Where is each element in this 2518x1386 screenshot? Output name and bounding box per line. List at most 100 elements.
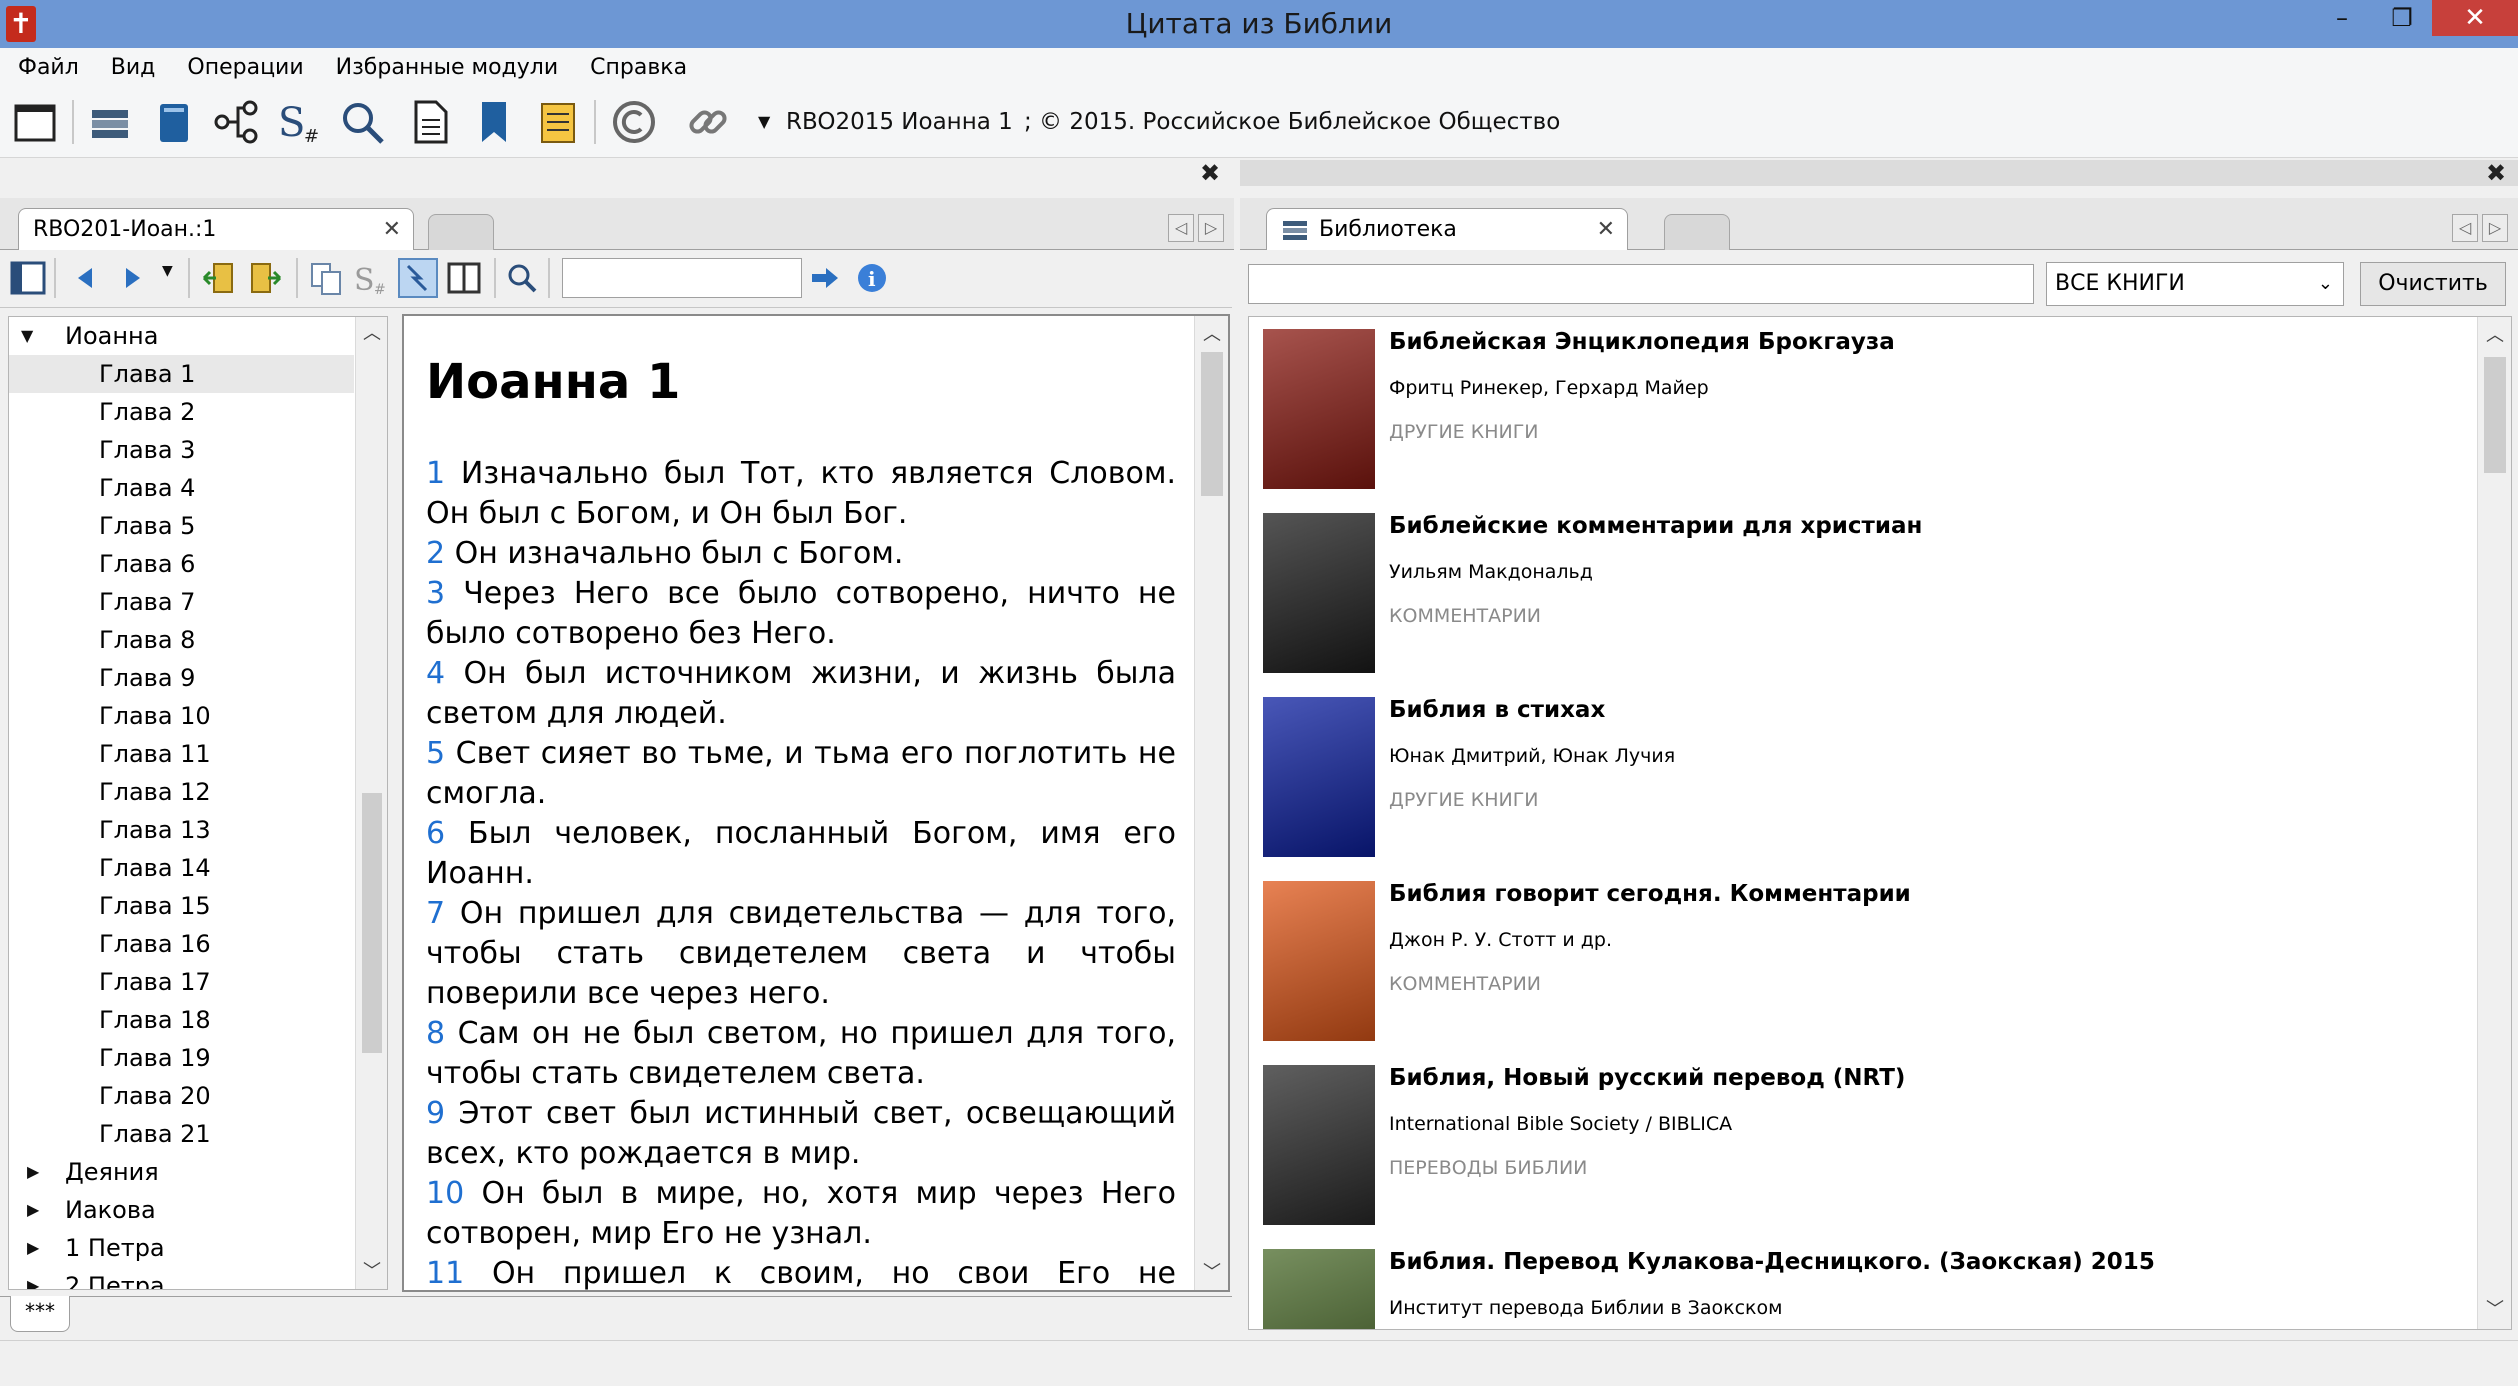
tree-book-john[interactable]: ▼ Иоанна <box>9 317 354 355</box>
tab-scroll-left-icon[interactable]: ◁ <box>2452 214 2478 242</box>
verse-number[interactable]: 6 <box>426 816 445 851</box>
tree-chapter-item[interactable]: Глава 18 <box>9 1001 354 1039</box>
scroll-down-icon[interactable]: ﹀ <box>1195 1258 1228 1284</box>
book-category-select[interactable]: ВСЕ КНИГИ ⌄ <box>2046 262 2344 306</box>
go-arrow-icon[interactable] <box>810 264 840 292</box>
bookmark-icon[interactable] <box>470 98 518 146</box>
tab-scroll-right-icon[interactable]: ▷ <box>2482 214 2508 242</box>
tree-chapter-item[interactable]: Глава 16 <box>9 925 354 963</box>
verse[interactable]: 10 Он был в мире, но, хотя мир через Нег… <box>426 1174 1176 1254</box>
bookshelf-icon[interactable] <box>86 98 134 146</box>
tab-scroll-left-icon[interactable]: ◁ <box>1168 214 1194 242</box>
tree-chapter-item[interactable]: Глава 12 <box>9 773 354 811</box>
new-window-icon[interactable] <box>12 98 60 146</box>
library-scrollbar[interactable]: ︿ ﹀ <box>2477 317 2511 1329</box>
verse[interactable]: 4 Он был источником жизни, и жизнь была … <box>426 654 1176 734</box>
strong-numbers-icon[interactable]: S# <box>276 98 324 146</box>
tree-chapter-item[interactable]: Глава 2 <box>9 393 354 431</box>
close-window-button[interactable]: ✕ <box>2432 0 2518 36</box>
close-tab-icon[interactable]: ✕ <box>383 217 401 242</box>
verse-number[interactable]: 11 <box>426 1256 464 1290</box>
verse-number[interactable]: 9 <box>426 1096 445 1131</box>
collapsed-triangle-icon[interactable]: ▶ <box>27 1267 39 1289</box>
copyright-icon[interactable] <box>610 98 658 146</box>
scroll-down-icon[interactable]: ﹀ <box>2478 1295 2511 1321</box>
tree-chapter-item[interactable]: Глава 15 <box>9 887 354 925</box>
tree-chapter-item[interactable]: Глава 14 <box>9 849 354 887</box>
find-in-text-icon[interactable] <box>506 262 538 294</box>
clear-button[interactable]: Очистить <box>2360 262 2506 306</box>
new-tab-button[interactable] <box>1664 214 1730 250</box>
verse-number[interactable]: 4 <box>426 656 445 691</box>
tree-chapter-item[interactable]: Глава 1 <box>9 355 354 393</box>
notes-icon[interactable] <box>534 98 582 146</box>
scroll-up-icon[interactable]: ︿ <box>2478 321 2511 347</box>
next-chapter-icon[interactable] <box>248 260 284 296</box>
forward-arrow-icon[interactable] <box>118 264 146 292</box>
library-book-item[interactable]: Библия. Перевод Кулакова-Десницкого. (За… <box>1263 1249 2463 1329</box>
verse[interactable]: 9 Этот свет был истинный свет, освещающи… <box>426 1094 1176 1174</box>
link-icon[interactable] <box>684 98 732 146</box>
sync-icon[interactable] <box>398 258 438 298</box>
library-book-item[interactable]: Библия в стихах Юнак Дмитрий, Юнак Лучия Д… <box>1263 697 2463 857</box>
menu-help[interactable]: Справка <box>588 53 689 82</box>
new-tab-button[interactable] <box>428 214 494 250</box>
tree-chapter-item[interactable]: Глава 5 <box>9 507 354 545</box>
tree-book-1peter[interactable]: ▶ 1 Петра <box>9 1229 354 1267</box>
close-left-pane-icon[interactable]: ✖ <box>1200 160 1220 186</box>
tree-chapter-item[interactable]: Глава 13 <box>9 811 354 849</box>
collapsed-triangle-icon[interactable]: ▶ <box>27 1229 39 1267</box>
copy-icon[interactable] <box>308 260 344 296</box>
text-scrollbar[interactable]: ︿ ﹀ <box>1194 316 1228 1290</box>
collapsed-triangle-icon[interactable]: ▶ <box>27 1153 39 1191</box>
menu-operations[interactable]: Операции <box>185 53 305 82</box>
close-tab-icon[interactable]: ✕ <box>1597 217 1615 242</box>
minimize-button[interactable]: – <box>2312 0 2372 36</box>
tree-chapter-item[interactable]: Глава 11 <box>9 735 354 773</box>
search-icon[interactable] <box>338 98 386 146</box>
cross-references-icon[interactable] <box>212 98 260 146</box>
scroll-up-icon[interactable]: ︿ <box>1195 320 1228 346</box>
library-search-input[interactable] <box>1248 264 2034 304</box>
scroll-up-icon[interactable]: ︿ <box>356 319 387 345</box>
tree-scrollbar[interactable]: ︿ ﹀ <box>355 317 387 1289</box>
restore-button[interactable]: ❐ <box>2372 0 2432 36</box>
scroll-down-icon[interactable]: ﹀ <box>356 1257 387 1283</box>
menu-file[interactable]: Файл <box>16 53 81 82</box>
verse-number[interactable]: 3 <box>426 576 445 611</box>
library-book-item[interactable]: Библейская Энциклопедия Брокгауза Фритц Р… <box>1263 329 2463 489</box>
tree-chapter-item[interactable]: Глава 6 <box>9 545 354 583</box>
toggle-tree-icon[interactable] <box>10 260 46 296</box>
tree-chapter-item[interactable]: Глава 19 <box>9 1039 354 1077</box>
expanded-triangle-icon[interactable]: ▼ <box>21 317 33 355</box>
menu-favorite-modules[interactable]: Избранные модули <box>334 53 560 82</box>
tab-library[interactable]: Библиотека ✕ <box>1266 208 1628 250</box>
verse[interactable]: 7 Он пришел для свидетельства — для того… <box>426 894 1176 1014</box>
tree-book-acts[interactable]: ▶ Деяния <box>9 1153 354 1191</box>
verse-number[interactable]: 7 <box>426 896 445 931</box>
verse-number[interactable]: 10 <box>426 1176 464 1211</box>
tree-book-james[interactable]: ▶ Иакова <box>9 1191 354 1229</box>
history-dropdown-icon[interactable]: ▼ <box>162 242 173 300</box>
verse[interactable]: 6 Был человек, посланный Богом, имя его … <box>426 814 1176 894</box>
tree-book-2peter[interactable]: ▶ 2 Петра <box>9 1267 354 1289</box>
library-book-item[interactable]: Библейские комментарии для христиан Уилья… <box>1263 513 2463 673</box>
bottom-tab[interactable]: *** <box>10 1296 70 1332</box>
collapsed-triangle-icon[interactable]: ▶ <box>27 1191 39 1229</box>
library-book-item[interactable]: Библия говорит сегодня. Комментарии Джон … <box>1263 881 2463 1041</box>
tree-chapter-item[interactable]: Глава 9 <box>9 659 354 697</box>
module-dropdown-icon[interactable]: ▼ <box>758 86 770 158</box>
tree-chapter-item[interactable]: Глава 4 <box>9 469 354 507</box>
close-right-pane-icon[interactable]: ✖ <box>2486 160 2506 186</box>
verse-number[interactable]: 2 <box>426 536 445 571</box>
tree-chapter-item[interactable]: Глава 17 <box>9 963 354 1001</box>
strong-numbers-toggle-icon[interactable]: S # <box>352 260 388 296</box>
verse[interactable]: 11 Он пришел к своим, но свои Его не при… <box>426 1254 1176 1290</box>
verse-reference-input[interactable] <box>562 258 802 298</box>
verse-number[interactable]: 5 <box>426 736 445 771</box>
tab-rbo-john[interactable]: RBO201-Иоан.:1 ✕ <box>18 208 414 250</box>
tree-chapter-item[interactable]: Глава 10 <box>9 697 354 735</box>
verse[interactable]: 1 Изначально был Тот, кто является Слово… <box>426 454 1176 534</box>
library-book-item[interactable]: Библия, Новый русский перевод (NRT) Inter… <box>1263 1065 2463 1225</box>
verse-number[interactable]: 8 <box>426 1016 445 1051</box>
